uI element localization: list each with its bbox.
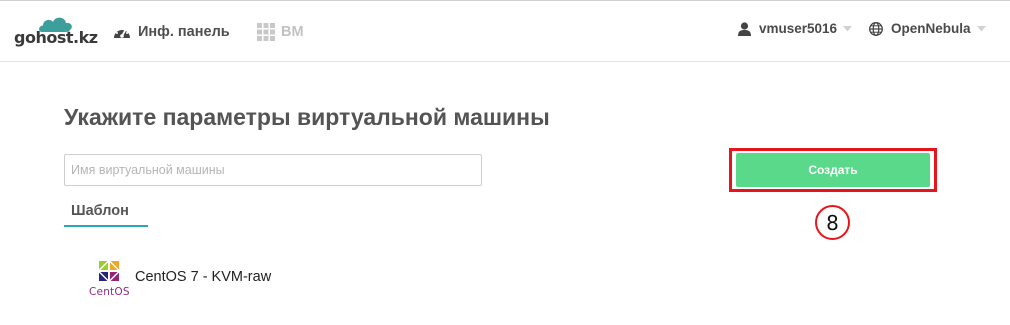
template-name: CentOS 7 - KVM-raw (135, 269, 272, 285)
nav-dashboard-label: Инф. панель (138, 24, 230, 40)
brand-name: gohost.kz (14, 28, 98, 47)
zone-name: OpenNebula (891, 21, 971, 36)
step-number-badge: 8 (815, 205, 850, 240)
tab-template[interactable]: Шаблон (64, 201, 148, 227)
username: vmuser5016 (759, 21, 838, 36)
centos-logo-text: CentOS (89, 286, 130, 298)
zone-menu[interactable]: OpenNebula (869, 21, 986, 36)
chevron-down-icon (843, 25, 853, 31)
user-icon (738, 21, 751, 36)
dashboard-gauge-icon (114, 26, 130, 38)
grid-icon (257, 23, 275, 41)
tab-template-label: Шаблон (71, 203, 129, 219)
create-button[interactable]: Создать (736, 153, 930, 187)
centos-logo: CentOS (88, 258, 134, 300)
nav-dashboard[interactable]: Инф. панель (112, 20, 230, 44)
brand-logo[interactable]: gohost.kz (14, 15, 100, 47)
page-title: Укажите параметры виртуальной машины (64, 104, 550, 130)
vm-name-input[interactable] (64, 154, 482, 186)
top-navbar: gohost.kz Инф. панель ВМ vmuser5016 Open… (0, 0, 1010, 62)
chevron-down-icon (976, 25, 986, 31)
user-menu[interactable]: vmuser5016 (738, 21, 860, 36)
nav-vms-label: ВМ (281, 24, 304, 40)
centos-pinwheel-icon (97, 259, 121, 283)
nav-vms[interactable]: ВМ (257, 20, 304, 44)
globe-icon (869, 21, 883, 36)
